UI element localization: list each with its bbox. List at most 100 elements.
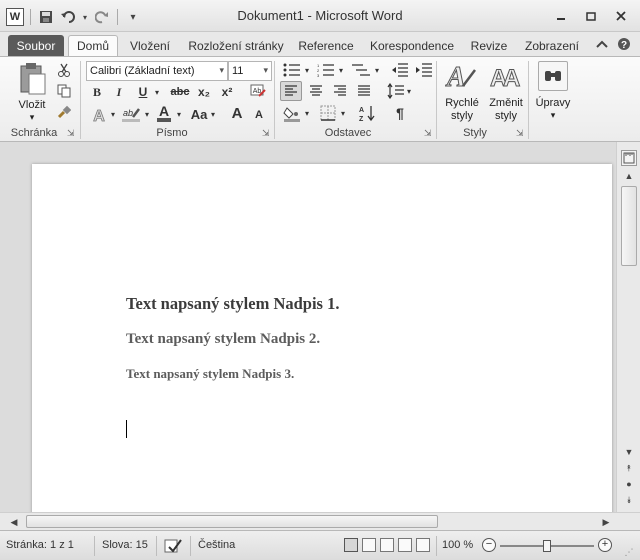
proofing-icon[interactable] [164,537,182,555]
styles-launcher-icon[interactable]: ⇲ [516,128,524,139]
zoom-in-icon[interactable]: + [598,538,612,552]
align-center-button[interactable] [306,81,326,101]
tab-mailings[interactable]: Korespondence [364,35,460,56]
heading-1-text[interactable]: Text napsaný stylem Nadpis 1. [126,294,339,314]
page-count-status[interactable]: Stránka: 1 z 1 [6,539,74,551]
tab-references[interactable]: Reference [294,35,358,56]
minimize-ribbon-icon[interactable] [592,36,612,52]
document-page[interactable]: Text napsaný stylem Nadpis 1. Text napsa… [32,164,612,524]
shrink-font-button[interactable]: A [250,105,268,125]
text-effects-icon[interactable]: A [88,105,110,125]
zoom-level[interactable]: 100 % [442,539,473,551]
horizontal-scroll-thumb[interactable] [26,515,438,528]
bullets-dropdown-icon[interactable]: ▾ [302,61,312,79]
help-icon[interactable]: ? [614,36,634,52]
view-ruler-icon[interactable] [621,150,637,166]
subscript-button[interactable]: x₂ [195,83,213,101]
tab-home[interactable]: Domů [68,35,118,56]
restore-button[interactable] [578,6,604,26]
grow-font-button[interactable]: A [228,103,246,123]
font-color-icon[interactable]: A [156,103,172,123]
numbering-dropdown-icon[interactable]: ▾ [336,61,346,79]
resize-grip-icon[interactable]: ⋰ [622,545,636,559]
copy-icon[interactable] [56,83,72,99]
show-marks-button[interactable]: ¶ [390,103,410,123]
zoom-out-icon[interactable]: − [482,538,496,552]
bullets-icon[interactable] [282,61,302,79]
scroll-down-button[interactable]: ▼ [621,444,637,460]
format-painter-icon[interactable] [56,104,72,120]
print-layout-view-icon[interactable] [344,538,358,552]
vertical-scrollbar[interactable]: ▲ ▼ ⯭ ● ⯯ [616,142,640,512]
paragraph-launcher-icon[interactable]: ⇲ [424,128,432,139]
highlight-dropdown-icon[interactable]: ▾ [142,105,152,123]
vertical-scroll-thumb[interactable] [621,186,637,266]
highlight-icon[interactable]: ab [120,105,142,123]
clear-formatting-icon[interactable]: Ab [248,82,268,102]
tab-view[interactable]: Zobrazení [518,35,586,56]
tab-insert[interactable]: Vložení [124,35,176,56]
paste-dropdown-icon[interactable]: ▾ [12,111,52,124]
quick-styles-label[interactable]: Rychlé styly [440,97,484,123]
quick-styles-icon[interactable]: A [444,59,480,93]
tab-review[interactable]: Revize [466,35,512,56]
change-styles-icon[interactable]: AA [488,59,524,93]
next-page-button[interactable]: ⯯ [621,492,637,508]
minimize-button[interactable] [548,6,574,26]
increase-indent-icon[interactable] [414,61,434,79]
underline-button[interactable]: U [134,83,152,101]
superscript-button[interactable]: x² [218,83,236,101]
justify-button[interactable] [354,81,374,101]
font-color-dropdown-icon[interactable]: ▾ [174,105,184,123]
tab-file[interactable]: Soubor [8,35,64,56]
scroll-up-button[interactable]: ▲ [621,168,637,184]
bold-button[interactable]: B [88,83,106,101]
zoom-slider-knob[interactable] [543,540,551,552]
close-button[interactable] [608,6,634,26]
line-spacing-dropdown-icon[interactable]: ▾ [404,81,414,101]
heading-3-text[interactable]: Text napsaný stylem Nadpis 3. [126,366,294,382]
text-effects-dropdown-icon[interactable]: ▾ [108,105,118,123]
underline-dropdown-icon[interactable]: ▾ [152,83,162,101]
find-icon[interactable] [538,61,568,91]
full-screen-reading-view-icon[interactable] [362,538,376,552]
decrease-indent-icon[interactable] [390,61,410,79]
scroll-right-button[interactable]: ▶ [598,514,614,530]
word-count-status[interactable]: Slova: 15 [102,539,148,551]
select-browse-object-button[interactable]: ● [621,476,637,492]
borders-icon[interactable] [318,103,338,123]
horizontal-scrollbar[interactable]: ◀ ▶ [0,512,640,530]
clipboard-launcher-icon[interactable]: ⇲ [67,128,75,139]
sort-icon[interactable]: AZ [358,103,378,123]
editing-dropdown-icon[interactable]: ▾ [530,109,576,122]
heading-2-text[interactable]: Text napsaný stylem Nadpis 2. [126,331,320,348]
scroll-left-button[interactable]: ◀ [6,514,22,530]
font-size-combo[interactable]: 11 ▾ [228,61,272,81]
strikethrough-button[interactable]: abc [168,83,192,101]
shading-dropdown-icon[interactable]: ▾ [302,103,312,123]
change-styles-label[interactable]: Změnit styly [484,97,528,123]
cut-icon[interactable] [56,62,72,78]
italic-button[interactable]: I [110,83,128,101]
numbering-icon[interactable]: 123 [316,61,336,79]
font-size-dropdown-icon[interactable]: ▾ [263,65,268,76]
font-name-dropdown-icon[interactable]: ▾ [219,65,224,76]
line-spacing-icon[interactable] [386,81,406,101]
font-name-combo[interactable]: Calibri (Základní text) ▾ [86,61,228,81]
multilevel-dropdown-icon[interactable]: ▾ [372,61,382,79]
multilevel-list-icon[interactable] [350,61,372,79]
draft-view-icon[interactable] [416,538,430,552]
web-layout-view-icon[interactable] [380,538,394,552]
language-status[interactable]: Čeština [198,539,235,551]
tab-page-layout[interactable]: Rozložení stránky [184,35,288,56]
previous-page-button[interactable]: ⯭ [621,460,637,476]
paste-icon[interactable] [14,61,50,97]
change-case-dropdown-icon[interactable]: ▾ [208,105,218,123]
align-right-button[interactable] [330,81,350,101]
align-left-button[interactable] [280,81,302,101]
font-launcher-icon[interactable]: ⇲ [262,128,270,139]
change-case-button[interactable]: Aa [188,105,210,123]
shading-icon[interactable] [282,103,302,123]
outline-view-icon[interactable] [398,538,412,552]
borders-dropdown-icon[interactable]: ▾ [338,103,348,123]
